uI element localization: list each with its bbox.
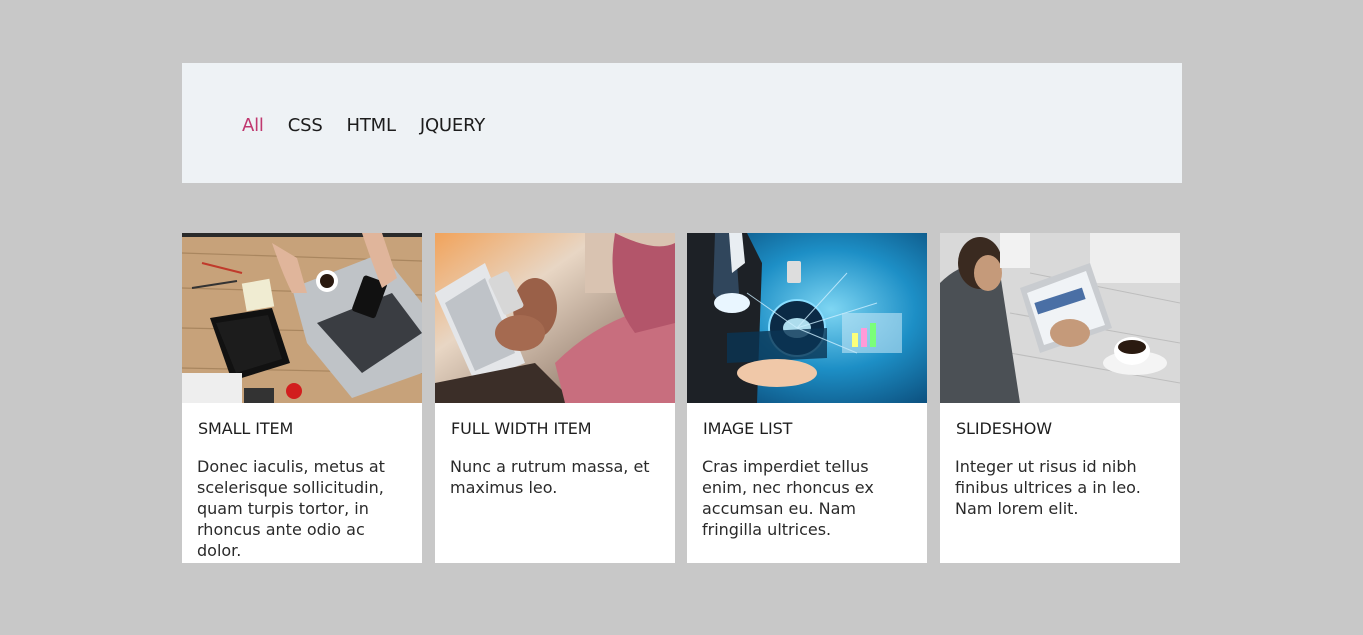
card-title[interactable]: SLIDESHOW [956, 419, 1052, 438]
card-description: Donec iaculis, metus at scelerisque soll… [197, 457, 385, 560]
phone-laptop-photo[interactable] [435, 233, 675, 403]
portfolio-card[interactable]: FULL WIDTH ITEM Nunc a rutrum massa, et … [435, 233, 675, 563]
business-tech-photo[interactable] [687, 233, 927, 403]
portfolio-card[interactable]: SMALL ITEM Donec iaculis, metus at scele… [182, 233, 422, 563]
filter-list: All CSS HTML JQUERY [242, 115, 509, 136]
card-title[interactable]: SMALL ITEM [198, 419, 293, 438]
portfolio-card[interactable]: IMAGE LIST Cras imperdiet tellus enim, n… [687, 233, 927, 563]
filter-css[interactable]: CSS [288, 115, 323, 136]
card-description: Cras imperdiet tellus enim, nec rhoncus … [702, 457, 874, 539]
filter-bar: All CSS HTML JQUERY [182, 63, 1182, 183]
portfolio-card[interactable]: SLIDESHOW Integer ut risus id nibh finib… [940, 233, 1180, 563]
card-description: Nunc a rutrum massa, et maximus leo. [450, 457, 650, 497]
card-title[interactable]: IMAGE LIST [703, 419, 792, 438]
filter-html[interactable]: HTML [347, 115, 396, 136]
workspace-desk-photo[interactable] [182, 233, 422, 403]
portfolio-grid: SMALL ITEM Donec iaculis, metus at scele… [182, 233, 1182, 563]
tablet-coffee-photo[interactable] [940, 233, 1180, 403]
card-description: Integer ut risus id nibh finibus ultrice… [955, 457, 1141, 518]
filter-all[interactable]: All [242, 115, 264, 136]
card-title[interactable]: FULL WIDTH ITEM [451, 419, 592, 438]
filter-jquery[interactable]: JQUERY [420, 115, 485, 136]
